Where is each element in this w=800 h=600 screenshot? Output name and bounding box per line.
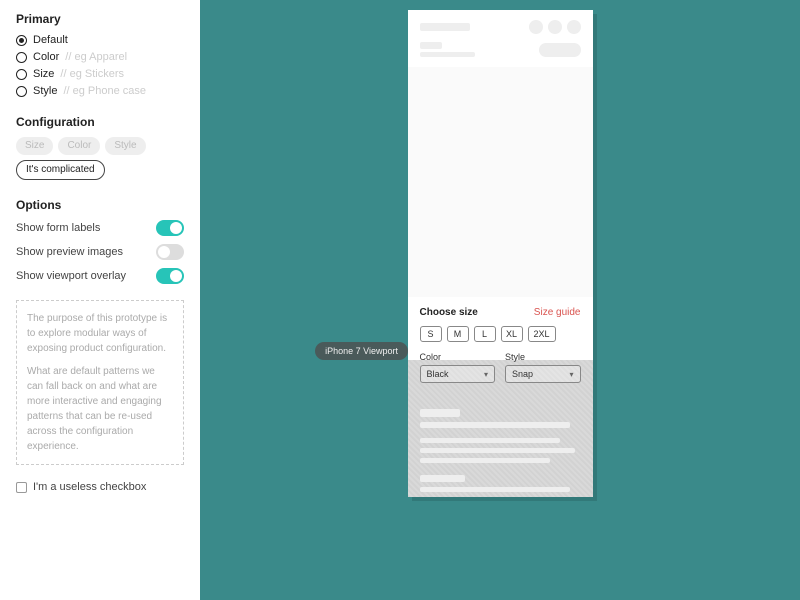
toggle-viewport-overlay-row: Show viewport overlay xyxy=(16,268,184,284)
toggle-form-labels[interactable] xyxy=(156,220,184,236)
toggle-viewport-overlay[interactable] xyxy=(156,268,184,284)
skeleton-pill xyxy=(539,43,581,57)
size-m[interactable]: M xyxy=(447,326,469,342)
skeleton-text xyxy=(420,448,575,453)
device-subheader xyxy=(408,42,593,67)
note-box: The purpose of this prototype is to expl… xyxy=(16,300,184,465)
options-group: Show form labels Show preview images Sho… xyxy=(16,220,184,284)
primary-radio-group: Default Color // eg Apparel Size // eg S… xyxy=(16,34,184,97)
options-title: Options xyxy=(16,198,184,212)
radio-style[interactable]: Style // eg Phone case xyxy=(16,85,184,97)
size-l[interactable]: L xyxy=(474,326,496,342)
size-xl[interactable]: XL xyxy=(501,326,523,342)
chip-style[interactable]: Style xyxy=(105,137,145,155)
skeleton-text xyxy=(420,42,442,49)
skeleton-text xyxy=(420,52,475,57)
checkbox-icon xyxy=(16,482,27,493)
toggle-preview-images[interactable] xyxy=(156,244,184,260)
skeleton-text xyxy=(420,487,570,492)
size-guide-link[interactable]: Size guide xyxy=(534,307,581,318)
device-frame: Choose size Size guide S M L XL 2XL Colo… xyxy=(408,10,593,497)
chevron-down-icon: ▾ xyxy=(569,370,573,379)
color-label: Color xyxy=(420,352,496,362)
skeleton-logo xyxy=(420,23,470,31)
skeleton-text xyxy=(420,475,465,482)
skeleton-avatar-icon xyxy=(529,20,543,34)
device-footer xyxy=(408,393,593,492)
chip-size[interactable]: Size xyxy=(16,137,53,155)
device-header xyxy=(408,10,593,42)
configuration-title: Configuration xyxy=(16,115,184,129)
size-s[interactable]: S xyxy=(420,326,442,342)
skeleton-avatar-icon xyxy=(548,20,562,34)
skeleton-avatar-icon xyxy=(567,20,581,34)
radio-size[interactable]: Size // eg Stickers xyxy=(16,68,184,80)
chip-complicated[interactable]: It's complicated xyxy=(16,160,105,180)
config-panel: Choose size Size guide S M L XL 2XL Colo… xyxy=(408,297,593,393)
radio-icon xyxy=(16,35,27,46)
skeleton-text xyxy=(420,422,570,428)
configuration-chips: Size Color Style It's complicated xyxy=(16,137,184,180)
radio-color[interactable]: Color // eg Apparel xyxy=(16,51,184,63)
radio-default[interactable]: Default xyxy=(16,34,184,46)
primary-title: Primary xyxy=(16,12,184,26)
device-image-area xyxy=(408,67,593,297)
radio-icon xyxy=(16,52,27,63)
size-buttons: S M L XL 2XL xyxy=(420,326,581,342)
canvas: iPhone 7 Viewport Choose size Size guide xyxy=(200,0,800,600)
viewport-tooltip: iPhone 7 Viewport xyxy=(315,342,408,360)
toggle-preview-images-row: Show preview images xyxy=(16,244,184,260)
toggle-form-labels-row: Show form labels xyxy=(16,220,184,236)
radio-icon xyxy=(16,86,27,97)
style-label: Style xyxy=(505,352,581,362)
chevron-down-icon: ▾ xyxy=(484,370,488,379)
style-select[interactable]: Snap ▾ xyxy=(505,365,581,383)
skeleton-text xyxy=(420,438,560,443)
useless-checkbox-row[interactable]: I'm a useless checkbox xyxy=(16,481,184,493)
skeleton-text xyxy=(420,409,460,417)
sidebar: Primary Default Color // eg Apparel Size… xyxy=(0,0,200,600)
radio-icon xyxy=(16,69,27,80)
choose-size-label: Choose size xyxy=(420,307,478,318)
color-select[interactable]: Black ▾ xyxy=(420,365,496,383)
size-2xl[interactable]: 2XL xyxy=(528,326,556,342)
skeleton-text xyxy=(420,458,550,463)
chip-color[interactable]: Color xyxy=(58,137,100,155)
